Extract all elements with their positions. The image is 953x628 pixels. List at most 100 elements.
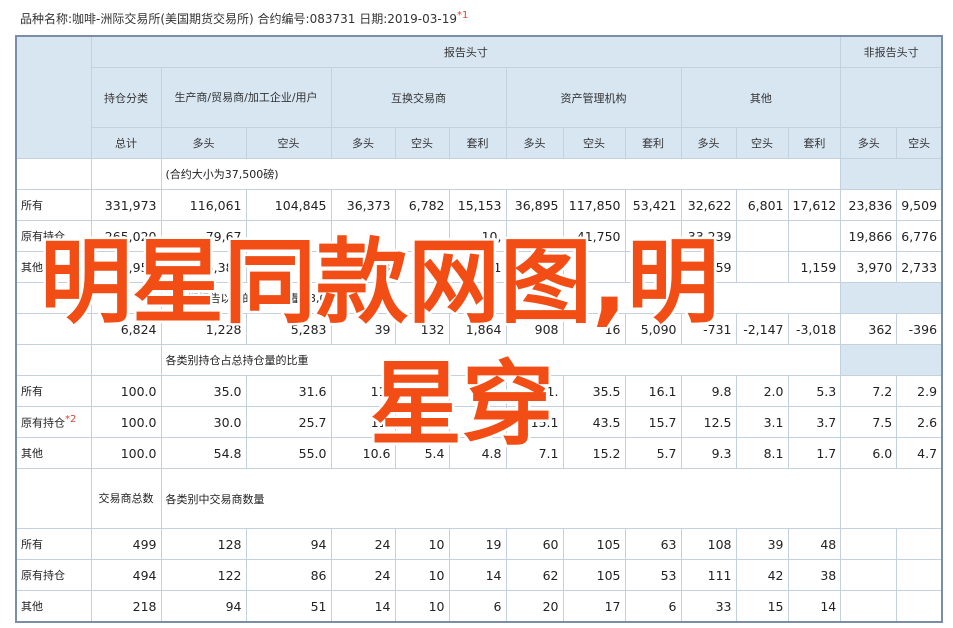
table-cell: 6,824 xyxy=(90,313,162,345)
table-cell xyxy=(735,251,789,283)
table-cell: 4.7 xyxy=(896,437,943,469)
row-footnote: *2 xyxy=(65,413,77,425)
table-cell: 35.0 xyxy=(160,375,247,407)
table-cell: 218 xyxy=(90,590,162,623)
table-cell: 33 xyxy=(680,590,737,623)
table-cell: 42 xyxy=(735,559,789,591)
table-cell: 66,952 xyxy=(90,251,162,283)
table-row: 所有 100.0 35.0 31.6 11. 4. 11. 35.5 16.1 9.8 2.0 5.3… xyxy=(15,375,943,407)
row-label xyxy=(15,313,92,345)
table-row: 原有持仓 494 122 86 24 10 14 62 105 53 111 42 38 xyxy=(15,559,943,591)
nonreport-positions-header: 非报告头寸 xyxy=(840,35,943,68)
table-row: 所有 499 128 94 24 10 19 60 105 63 108 39 48 xyxy=(15,528,943,560)
table-cell: 100.0 xyxy=(90,437,162,469)
table-cell: 331,973 xyxy=(90,189,162,221)
table-cell: 6.0 xyxy=(840,437,898,469)
table-cell: 62 xyxy=(505,559,564,591)
table-cell: 100.0 xyxy=(90,406,162,438)
table-cell: 6,159 xyxy=(680,251,737,283)
table-cell: 38 xyxy=(787,559,842,591)
row-label: 其他 xyxy=(15,590,92,623)
section-title: 各类别持仓占总持仓量的比重 xyxy=(160,344,842,376)
table-cell: 10.6 xyxy=(330,437,396,469)
table-cell: 33,239 xyxy=(680,220,737,252)
table-cell xyxy=(448,406,507,438)
table-cell: 105 xyxy=(562,528,626,560)
table-cell: 132 xyxy=(394,313,450,345)
row-label-text: 原有持仓 xyxy=(21,416,65,430)
table-cell: 39 xyxy=(330,313,396,345)
row-label: 所有 xyxy=(15,528,92,560)
table-cell xyxy=(394,251,450,283)
section-nonreport-blank xyxy=(840,344,943,376)
table-cell: 54.8 xyxy=(160,437,247,469)
table-cell: 128 xyxy=(160,528,247,560)
table-cell: 10 xyxy=(394,559,450,591)
table-cell: 4,03 xyxy=(330,251,396,283)
table-cell: 6,782 xyxy=(394,189,450,221)
cot-table: 报告头寸 非报告头寸 持仓分类 生产商/贸易商/加工企业/用户 互换交易商 资产… xyxy=(15,35,944,623)
table-cell: 1,228 xyxy=(160,313,247,345)
table-cell xyxy=(505,251,564,283)
table-row: 其他 218 94 51 14 10 6 20 17 6 33 15 14 xyxy=(15,590,943,623)
row-label: 其他 xyxy=(15,437,92,469)
table-cell xyxy=(787,220,842,252)
group-producer-header: 生产商/贸易商/加工企业/用户 xyxy=(160,67,332,128)
table-cell: 2,733 xyxy=(896,251,943,283)
table-cell: 60 xyxy=(505,528,564,560)
col-short: 空头 xyxy=(394,127,450,159)
total-header: 总计 xyxy=(90,127,162,159)
table-cell xyxy=(245,220,332,252)
table-cell: 16.1 xyxy=(624,375,682,407)
table-cell: 94 xyxy=(245,528,332,560)
col-long: 多头 xyxy=(680,127,737,159)
section-contract-size-row: (合约大小为37,500磅) xyxy=(15,158,943,190)
row-label-blank xyxy=(15,282,92,314)
report-header-line: 品种名称:咖啡-洲际交易所(美国期货交易所) 合约编号:083731 日期:20… xyxy=(20,10,468,27)
section-title: 自上期报告以来的变化(总量: 3,032) xyxy=(160,282,842,314)
nonreport-blank xyxy=(896,590,943,623)
table-cell: 24 xyxy=(330,559,396,591)
table-cell: 15 xyxy=(735,590,789,623)
row-label: 原有持仓 xyxy=(15,559,92,591)
col-long: 多头 xyxy=(505,127,564,159)
table-cell: 2.0 xyxy=(735,375,789,407)
table-cell: 1.7 xyxy=(787,437,842,469)
table-cell: 108 xyxy=(680,528,737,560)
report-positions-header: 报告头寸 xyxy=(90,35,842,68)
table-cell: 7.1 xyxy=(505,437,564,469)
col-long: 多头 xyxy=(160,127,247,159)
table-cell xyxy=(330,220,396,252)
table-cell: -396 xyxy=(896,313,943,345)
row-label: 原有持仓*2 xyxy=(15,406,92,438)
table-cell: 7,769 xyxy=(624,251,682,283)
col-spread: 套利 xyxy=(624,127,682,159)
table-cell: 4. xyxy=(448,375,507,407)
row-label: 所有 xyxy=(15,189,92,221)
table-cell: 15.2 xyxy=(562,437,626,469)
group-other-header: 其他 xyxy=(680,67,842,128)
table-cell: -2,147 xyxy=(735,313,789,345)
table-row: 其他 100.0 54.8 55.0 10.6 5.4 4.8 7.1 15.2 5.7 9.3 8.… xyxy=(15,437,943,469)
table-row: 原有持仓*2 100.0 30.0 25.7 11. 15.1 43.5 15.7 12.5 3.… xyxy=(15,406,943,438)
table-cell: 51 xyxy=(245,590,332,623)
row-label-text: 原有持仓 xyxy=(21,230,65,243)
table-cell: 39 xyxy=(735,528,789,560)
nonreport-blank xyxy=(840,528,898,560)
table-cell: 35.5 xyxy=(562,375,626,407)
nonreport-blank xyxy=(840,559,898,591)
table-cell: 11. xyxy=(505,375,564,407)
table-cell xyxy=(624,220,682,252)
col-short: 空头 xyxy=(735,127,789,159)
table-cell: 6 xyxy=(624,590,682,623)
table-cell: 3,1 xyxy=(448,251,507,283)
row-label-blank xyxy=(15,158,92,190)
table-cell: 94 xyxy=(160,590,247,623)
table-row: 原有持仓 265,020 79,67 10, 41,750 33,239 19,866 6,7… xyxy=(15,220,943,252)
table-cell: 3.7 xyxy=(787,406,842,438)
section-title: 各类别中交易商数量 xyxy=(160,468,842,529)
table-cell: 1,159 xyxy=(787,251,842,283)
table-cell: 11. xyxy=(330,406,396,438)
row-label-text: 所有 xyxy=(21,385,43,398)
col-short: 空头 xyxy=(245,127,332,159)
